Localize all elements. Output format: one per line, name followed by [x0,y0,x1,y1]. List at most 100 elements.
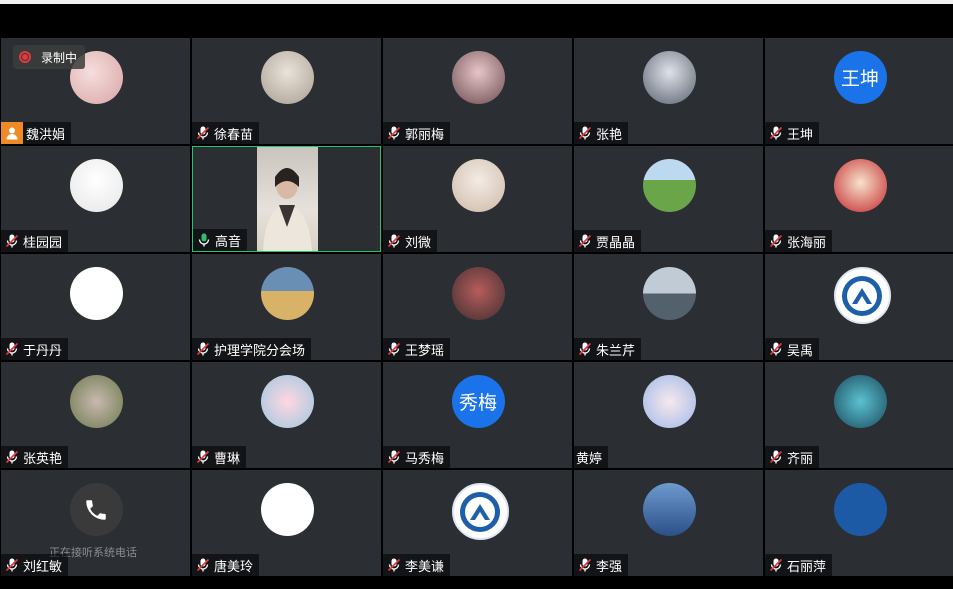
avatar [833,267,891,324]
recording-indicator[interactable]: 录制中 [13,45,86,69]
mic-muted-icon [578,234,596,248]
participant-name: 于丹丹 [23,342,63,358]
participant-nameplate: 张英艳 [1,446,69,468]
mic-muted-icon [387,558,405,572]
mic-muted-icon [5,342,23,356]
recording-label: 录制中 [41,50,78,65]
participant-tile[interactable]: 桂园园 [1,146,190,252]
participant-name: 徐春苗 [214,126,254,142]
participant-grid: 魏洪娟 徐春苗 郭丽梅 张艳 王坤 王坤 桂园园 高音 刘微 贾晶晶 张海丽 于丹丹 护理学院分会场 王梦… [0,37,953,577]
avatar [260,483,314,536]
participant-nameplate: 王坤 [765,122,820,144]
mic-muted-icon [196,450,214,464]
participant-nameplate: 齐丽 [765,446,820,468]
participant-tile[interactable]: 李强 [574,470,763,576]
participant-name: 护理学院分会场 [214,342,306,358]
participant-name: 贾晶晶 [596,234,636,250]
avatar [833,375,887,428]
participant-tile[interactable]: 正在接听系统电话 刘红敏 [1,470,190,576]
participant-tile[interactable]: 石丽萍 [765,470,953,576]
mic-muted-icon [5,450,23,464]
participant-name: 黄婷 [576,450,603,466]
avatar [642,267,696,320]
participant-tile[interactable]: 王坤 王坤 [765,38,953,144]
participant-nameplate: 桂园园 [1,230,69,252]
participant-name: 唐美玲 [214,558,254,574]
participant-nameplate: 郭丽梅 [383,122,451,144]
participant-name: 张英艳 [23,450,63,466]
mic-muted-icon [5,558,23,572]
avatar [260,375,314,428]
participant-nameplate: 魏洪娟 [1,122,72,144]
mic-muted-icon [387,234,405,248]
avatar [69,267,123,320]
participant-name: 李强 [596,558,623,574]
avatar [451,159,505,212]
avatar [833,159,887,212]
avatar [69,375,123,428]
video-feed [257,147,318,251]
participant-name: 王梦瑶 [405,342,445,358]
avatar [642,483,696,536]
avatar: 秀梅 [451,375,505,428]
participant-nameplate: 李强 [574,554,629,576]
participant-nameplate: 护理学院分会场 [192,338,312,360]
participant-name: 张海丽 [787,234,827,250]
mic-muted-icon [387,126,405,140]
avatar-initials: 王坤 [840,69,879,90]
participant-tile[interactable]: 秀梅马秀梅 [383,362,572,468]
avatar [642,159,696,212]
participant-nameplate: 马秀梅 [383,446,451,468]
participant-tile[interactable]: 唐美玲 [192,470,381,576]
participant-tile[interactable]: 吴禹 [765,254,953,360]
participant-tile[interactable]: 张海丽 [765,146,953,252]
participant-tile[interactable]: 王梦瑶 [383,254,572,360]
participant-tile[interactable]: 高音 [192,146,381,252]
participant-nameplate: 徐春苗 [192,122,260,144]
mic-on-icon [197,233,215,247]
participant-name: 吴禹 [787,342,814,358]
avatar-initials: 秀梅 [458,393,497,414]
participant-name: 马秀梅 [405,450,445,466]
avatar [69,159,123,212]
participant-tile[interactable]: 贾晶晶 [574,146,763,252]
participant-name: 齐丽 [787,450,814,466]
mic-muted-icon [578,558,596,572]
participant-tile[interactable]: 于丹丹 [1,254,190,360]
host-icon [1,122,23,144]
participant-name: 高音 [215,233,242,249]
avatar [642,51,696,104]
participant-name: 张艳 [596,126,623,142]
avatar [451,267,505,320]
participant-tile[interactable]: 朱兰芹 [574,254,763,360]
participant-name: 郭丽梅 [405,126,445,142]
mic-muted-icon [196,126,214,140]
participant-nameplate: 曹琳 [192,446,247,468]
participant-name: 魏洪娟 [26,126,66,142]
participant-name: 石丽萍 [787,558,827,574]
participant-tile[interactable]: 黄婷 [574,362,763,468]
record-icon [19,51,31,63]
participant-tile[interactable]: 张艳 [574,38,763,144]
mic-muted-icon [769,558,787,572]
avatar [260,267,314,320]
avatar [833,483,887,536]
participant-tile[interactable]: 徐春苗 [192,38,381,144]
mic-muted-icon [196,558,214,572]
mic-muted-icon [578,126,596,140]
participant-name: 王坤 [787,126,814,142]
avatar [451,483,509,540]
participant-nameplate: 于丹丹 [1,338,69,360]
participant-tile[interactable]: 曹琳 [192,362,381,468]
mic-muted-icon [769,126,787,140]
participant-nameplate: 朱兰芹 [574,338,642,360]
participant-nameplate: 刘微 [383,230,438,252]
participant-tile[interactable]: 齐丽 [765,362,953,468]
participant-tile[interactable]: 护理学院分会场 [192,254,381,360]
participant-nameplate: 黄婷 [574,446,609,468]
mic-muted-icon [769,234,787,248]
participant-tile[interactable]: 张英艳 [1,362,190,468]
participant-tile[interactable]: 李美谦 [383,470,572,576]
participant-tile[interactable]: 郭丽梅 [383,38,572,144]
participant-tile[interactable]: 刘微 [383,146,572,252]
